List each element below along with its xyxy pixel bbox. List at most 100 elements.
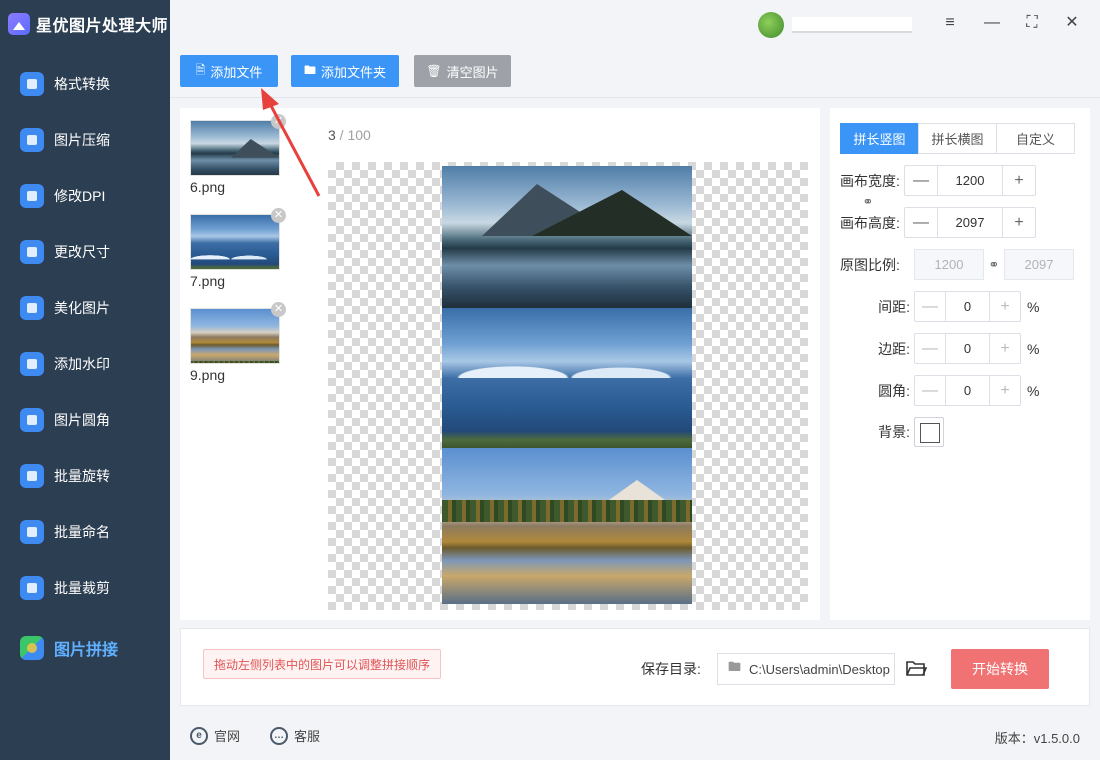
corner-radius-row: 圆角: — 0 + % [840, 375, 1039, 406]
folder-icon: 🖿 [728, 659, 742, 674]
clear-images-button[interactable]: 🗑 清空图片 [414, 55, 511, 87]
compress-icon [20, 128, 44, 152]
website-link[interactable]: e 官网 [190, 726, 240, 745]
increment-button[interactable]: + [990, 292, 1020, 321]
rename-icon [20, 520, 44, 544]
add-file-label: 添加文件 [210, 64, 263, 80]
format-convert-icon [20, 72, 44, 96]
file-list-item[interactable]: ✕ 9.png [190, 302, 286, 383]
sidebar-item-beautify[interactable]: 美化图片 [0, 280, 170, 336]
spacing-input[interactable]: 0 [945, 292, 990, 321]
margin-input[interactable]: 0 [945, 334, 990, 363]
margin-row: 边距: — 0 + % [840, 333, 1039, 364]
canvas-height-input[interactable]: 2097 [937, 208, 1003, 237]
save-directory-label: 保存目录: [641, 661, 701, 677]
sidebar-item-watermark[interactable]: 添加水印 [0, 336, 170, 392]
percent-unit: % [1027, 382, 1040, 399]
thumbnail-image [190, 308, 280, 364]
decrement-button[interactable]: — [915, 292, 945, 321]
minimize-button[interactable]: — [982, 12, 1002, 34]
title-bar: ≡ — ⛶ ✕ [170, 0, 1100, 48]
decrement-button[interactable]: — [905, 166, 937, 195]
watermark-icon [20, 352, 44, 376]
crop-icon [20, 576, 44, 600]
increment-button[interactable]: + [990, 334, 1020, 363]
decrement-button[interactable]: — [915, 334, 945, 363]
sidebar-item-rename[interactable]: 批量命名 [0, 504, 170, 560]
preview-photo-blue-mountains [442, 308, 692, 448]
sidebar-item-label: 美化图片 [54, 300, 110, 316]
sidebar-item-label: 更改尺寸 [54, 244, 110, 260]
user-account[interactable] [758, 12, 928, 38]
blue-mountains-thumbnail [191, 215, 279, 269]
rotate-icon [20, 464, 44, 488]
version-text: 版本：v1.5.0.0 [994, 731, 1080, 746]
chat-icon: … [270, 726, 288, 745]
preview-photo-lake-mountain [442, 166, 692, 308]
customer-service-link[interactable]: … 客服 [270, 726, 320, 745]
decrement-button[interactable]: — [915, 376, 945, 405]
corner-radius-label: 圆角: [878, 382, 910, 399]
file-icon: 🗎 [195, 62, 206, 77]
sidebar-item-crop[interactable]: 批量裁剪 [0, 560, 170, 616]
canvas-height-stepper: — 2097 + [904, 207, 1036, 238]
autumn-lake-thumbnail [191, 309, 279, 363]
increment-button[interactable]: + [1003, 166, 1035, 195]
remove-icon[interactable]: ✕ [271, 208, 286, 223]
stitch-mode-tabs: 拼长竖图 拼长横图 自定义 [840, 123, 1075, 154]
app-title: 星优图片处理大师 [36, 18, 169, 35]
sidebar-item-label: 图片拼接 [54, 642, 119, 659]
sidebar-item-round-corner[interactable]: 图片圆角 [0, 392, 170, 448]
file-name: 7.png [190, 273, 226, 289]
tab-horizontal[interactable]: 拼长横图 [918, 123, 997, 154]
annotation-arrow-icon [261, 88, 321, 197]
original-ratio-label: 原图比例: [840, 256, 900, 273]
remove-icon[interactable]: ✕ [271, 302, 286, 317]
dpi-icon [20, 184, 44, 208]
canvas-height-row: 画布高度: — 2097 + [840, 207, 1036, 238]
background-color-picker[interactable] [914, 417, 944, 447]
open-folder-icon[interactable] [905, 657, 927, 679]
image-max: 100 [347, 127, 371, 143]
settings-sliders-icon[interactable]: ≡ [940, 12, 960, 34]
add-folder-button[interactable]: 🖿 添加文件夹 [291, 55, 399, 87]
sidebar-item-dpi[interactable]: 修改DPI [0, 168, 170, 224]
preview-photo-autumn-lake [442, 448, 692, 604]
close-button[interactable]: ✕ [1062, 12, 1082, 34]
start-convert-button[interactable]: 开始转换 [951, 649, 1049, 689]
counter-separator: / [335, 127, 348, 143]
percent-unit: % [1027, 340, 1040, 357]
sidebar-item-label: 图片圆角 [54, 412, 110, 428]
image-counter: 3 / 100 [328, 127, 371, 143]
sidebar-item-compress[interactable]: 图片压缩 [0, 112, 170, 168]
file-list-item[interactable]: ✕ 7.png [190, 208, 286, 289]
decrement-button[interactable]: — [905, 208, 937, 237]
thumbnail-image [190, 214, 280, 270]
maximize-button[interactable]: ⛶ [1022, 12, 1042, 34]
sidebar-item-format-convert[interactable]: 格式转换 [0, 56, 170, 112]
increment-button[interactable]: + [990, 376, 1020, 405]
sidebar: 星优图片处理大师 格式转换 图片压缩 修改DPI 更改尺寸 美化图片 添加水印 … [0, 0, 170, 760]
tab-custom[interactable]: 自定义 [996, 123, 1075, 154]
clear-images-label: 清空图片 [446, 64, 499, 80]
beautify-icon [20, 296, 44, 320]
trash-icon: 🗑 [426, 64, 442, 78]
settings-panel: 拼长竖图 拼长横图 自定义 画布宽度: — 1200 + ⚭ 画布高度: — 2… [830, 108, 1090, 620]
sidebar-item-label: 批量旋转 [54, 468, 110, 484]
add-file-button[interactable]: 🗎 添加文件 [180, 55, 278, 87]
sidebar-item-rotate[interactable]: 批量旋转 [0, 448, 170, 504]
save-directory-field[interactable]: 🖿 C:\Users\admin\Desktop [717, 653, 895, 685]
website-label: 官网 [214, 729, 241, 744]
folder-icon: 🖿 [303, 62, 316, 77]
corner-radius-input[interactable]: 0 [945, 376, 990, 405]
tab-vertical[interactable]: 拼长竖图 [840, 123, 919, 154]
sidebar-item-resize[interactable]: 更改尺寸 [0, 224, 170, 280]
corner-radius-stepper: — 0 + [914, 375, 1021, 406]
canvas-width-input[interactable]: 1200 [937, 166, 1003, 195]
sidebar-item-label: 格式转换 [54, 76, 110, 92]
sidebar-item-stitch[interactable]: 图片拼接 [0, 620, 170, 676]
file-name: 9.png [190, 367, 226, 383]
sidebar-nav: 格式转换 图片压缩 修改DPI 更改尺寸 美化图片 添加水印 图片圆角 批量旋转… [0, 56, 170, 676]
app-logo-icon [8, 13, 30, 35]
increment-button[interactable]: + [1003, 208, 1035, 237]
